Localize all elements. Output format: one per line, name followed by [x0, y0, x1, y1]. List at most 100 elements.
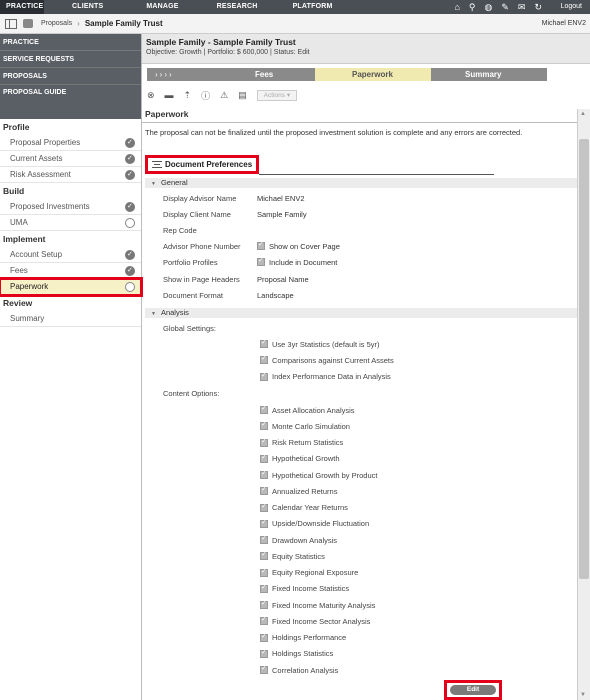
user-name[interactable]: Michael ENV2	[542, 20, 586, 27]
option-label: Annualized Returns	[272, 486, 338, 496]
edit-button[interactable]: Edit	[450, 685, 496, 695]
sidebar-item-current-assets[interactable]: Current Assets	[0, 151, 141, 167]
checkbox[interactable]	[260, 485, 268, 496]
panel-toggle-icon[interactable]	[5, 18, 17, 29]
field-label: Show in Page Headers	[163, 274, 240, 284]
option-checkbox-row[interactable]: Index Performance Data in Analysis	[260, 370, 391, 384]
sidebar-item-summary[interactable]: Summary	[0, 311, 141, 327]
close-icon[interactable]: ⊗	[147, 90, 155, 101]
folder-icon[interactable]: ▬	[165, 90, 174, 100]
sidebar-item-proposal-properties[interactable]: Proposal Properties	[0, 135, 141, 151]
chat-icon[interactable]: ✉	[518, 2, 526, 13]
checkbox[interactable]	[260, 502, 268, 512]
scrollbar-thumb[interactable]	[579, 139, 589, 579]
checkbox[interactable]	[257, 240, 265, 250]
portfolio-text: Portfolio: $ 600,000	[207, 49, 269, 56]
checkbox[interactable]	[260, 550, 268, 561]
option-checkbox-row[interactable]: Holdings Performance	[260, 631, 346, 645]
warning-icon[interactable]: ⚠	[220, 90, 228, 101]
nav-tab-platform[interactable]: PLATFORM	[293, 0, 333, 14]
info-icon[interactable]: ⓘ	[201, 89, 210, 102]
checkbox[interactable]	[260, 615, 268, 626]
sidebar-item-label: Risk Assessment	[10, 170, 71, 179]
checkbox[interactable]	[260, 338, 268, 348]
breadcrumb-proposals[interactable]: Proposals	[41, 20, 72, 27]
checkbox[interactable]	[260, 648, 268, 658]
checkbox[interactable]	[260, 437, 268, 447]
option-checkbox-row[interactable]: Hypothetical Growth	[260, 452, 340, 466]
field-value: Show on Cover Page	[269, 241, 340, 251]
option-checkbox-row[interactable]: Fixed Income Statistics	[260, 582, 349, 596]
checkbox[interactable]	[260, 599, 268, 609]
section-review: Review	[3, 298, 33, 308]
sidebar-item-paperwork[interactable]: Paperwork	[0, 277, 143, 297]
checkbox[interactable]	[260, 420, 268, 431]
sidebar-head-proposals[interactable]: PROPOSALS	[0, 68, 141, 85]
checkbox[interactable]	[260, 469, 268, 479]
sidebar-item-risk-assessment[interactable]: Risk Assessment	[0, 167, 141, 183]
breadcrumb-current: Sample Family Trust	[84, 19, 163, 28]
option-checkbox-row[interactable]: Use 3yr Statistics (default is 5yr)	[260, 337, 380, 351]
option-checkbox-row[interactable]: Calendar Year Returns	[260, 501, 348, 515]
option-checkbox-row[interactable]: Fixed Income Maturity Analysis	[260, 598, 375, 612]
field-row: Rep Code	[163, 223, 257, 237]
nav-tab-research[interactable]: RESEARCH	[217, 0, 258, 14]
field-row: Show in Page Headers Proposal Name	[163, 272, 309, 286]
scroll-up-icon[interactable]: ▲	[580, 111, 586, 117]
option-checkbox-row[interactable]: Drawdown Analysis	[260, 533, 337, 547]
document-icon[interactable]: ▤	[238, 90, 247, 101]
proposals-icon	[23, 19, 33, 28]
option-checkbox-row[interactable]: Asset Allocation Analysis	[260, 403, 355, 417]
section-general-toggle[interactable]: General	[145, 178, 577, 188]
checkbox[interactable]	[257, 256, 265, 266]
option-label: Correlation Analysis	[272, 665, 339, 675]
checkbox[interactable]	[260, 518, 268, 528]
sidebar-item-uma[interactable]: UMA	[0, 215, 141, 231]
sidebar-item-account-setup[interactable]: Account Setup	[0, 247, 141, 263]
checkbox[interactable]	[260, 632, 268, 642]
field-label: Document Format	[163, 290, 224, 300]
actions-dropdown[interactable]: Actions ▾	[256, 89, 298, 101]
sidebar-item-fees[interactable]: Fees	[0, 263, 141, 279]
option-checkbox-row[interactable]: Upside/Downside Fluctuation	[260, 517, 369, 531]
option-checkbox-row[interactable]: Holdings Statistics	[260, 647, 333, 661]
checkbox[interactable]	[260, 664, 268, 674]
globe-icon[interactable]: ◍	[485, 2, 493, 13]
option-checkbox-row[interactable]: Hypothetical Growth by Product	[260, 468, 377, 482]
checkbox[interactable]	[260, 534, 268, 544]
sidebar-head-service-requests[interactable]: SERVICE REQUESTS	[0, 51, 141, 68]
checkbox[interactable]	[260, 371, 268, 381]
upload-icon[interactable]: ⇡	[184, 90, 192, 101]
nav-tab-manage[interactable]: MANAGE	[146, 0, 178, 14]
option-checkbox-row[interactable]: Fixed Income Sector Analysis	[260, 614, 370, 628]
checkbox[interactable]	[260, 453, 268, 463]
option-checkbox-row[interactable]: Risk Return Statistics	[260, 436, 343, 450]
objective-text: Objective: Growth	[146, 49, 202, 56]
section-profile: Profile	[3, 122, 30, 132]
sidebar-head-practice[interactable]: PRACTICE	[0, 34, 141, 51]
sidebar-item-proposed-investments[interactable]: Proposed Investments	[0, 199, 141, 215]
nav-tab-clients[interactable]: CLIENTS	[72, 0, 103, 14]
checkbox[interactable]	[260, 354, 268, 365]
nav-tab-practice[interactable]: PRACTICE	[0, 0, 44, 14]
refresh-icon[interactable]: ↻	[534, 2, 542, 13]
search-icon[interactable]: ⚲	[469, 2, 476, 13]
checkbox[interactable]	[260, 567, 268, 577]
option-checkbox-row[interactable]: Equity Statistics	[260, 549, 325, 563]
logout-link[interactable]: Logout	[561, 0, 582, 14]
option-checkbox-row[interactable]: Correlation Analysis	[260, 663, 338, 677]
scrollbar[interactable]: ▲ ▼	[577, 109, 590, 700]
option-checkbox-row[interactable]: Comparisons against Current Assets	[260, 353, 394, 367]
scroll-down-icon[interactable]: ▼	[580, 692, 586, 698]
option-checkbox-row[interactable]: Equity Regional Exposure	[260, 566, 358, 580]
checkbox[interactable]	[260, 404, 268, 414]
option-label: Monte Carlo Simulation	[272, 421, 350, 431]
wrench-icon[interactable]: ✎	[501, 2, 509, 13]
home-icon[interactable]: ⌂	[454, 2, 459, 12]
complete-check-icon	[125, 199, 135, 215]
option-label: Holdings Statistics	[272, 649, 334, 659]
option-checkbox-row[interactable]: Annualized Returns	[260, 484, 337, 498]
section-analysis-toggle[interactable]: Analysis	[145, 308, 577, 318]
checkbox[interactable]	[260, 583, 268, 593]
option-checkbox-row[interactable]: Monte Carlo Simulation	[260, 419, 350, 433]
